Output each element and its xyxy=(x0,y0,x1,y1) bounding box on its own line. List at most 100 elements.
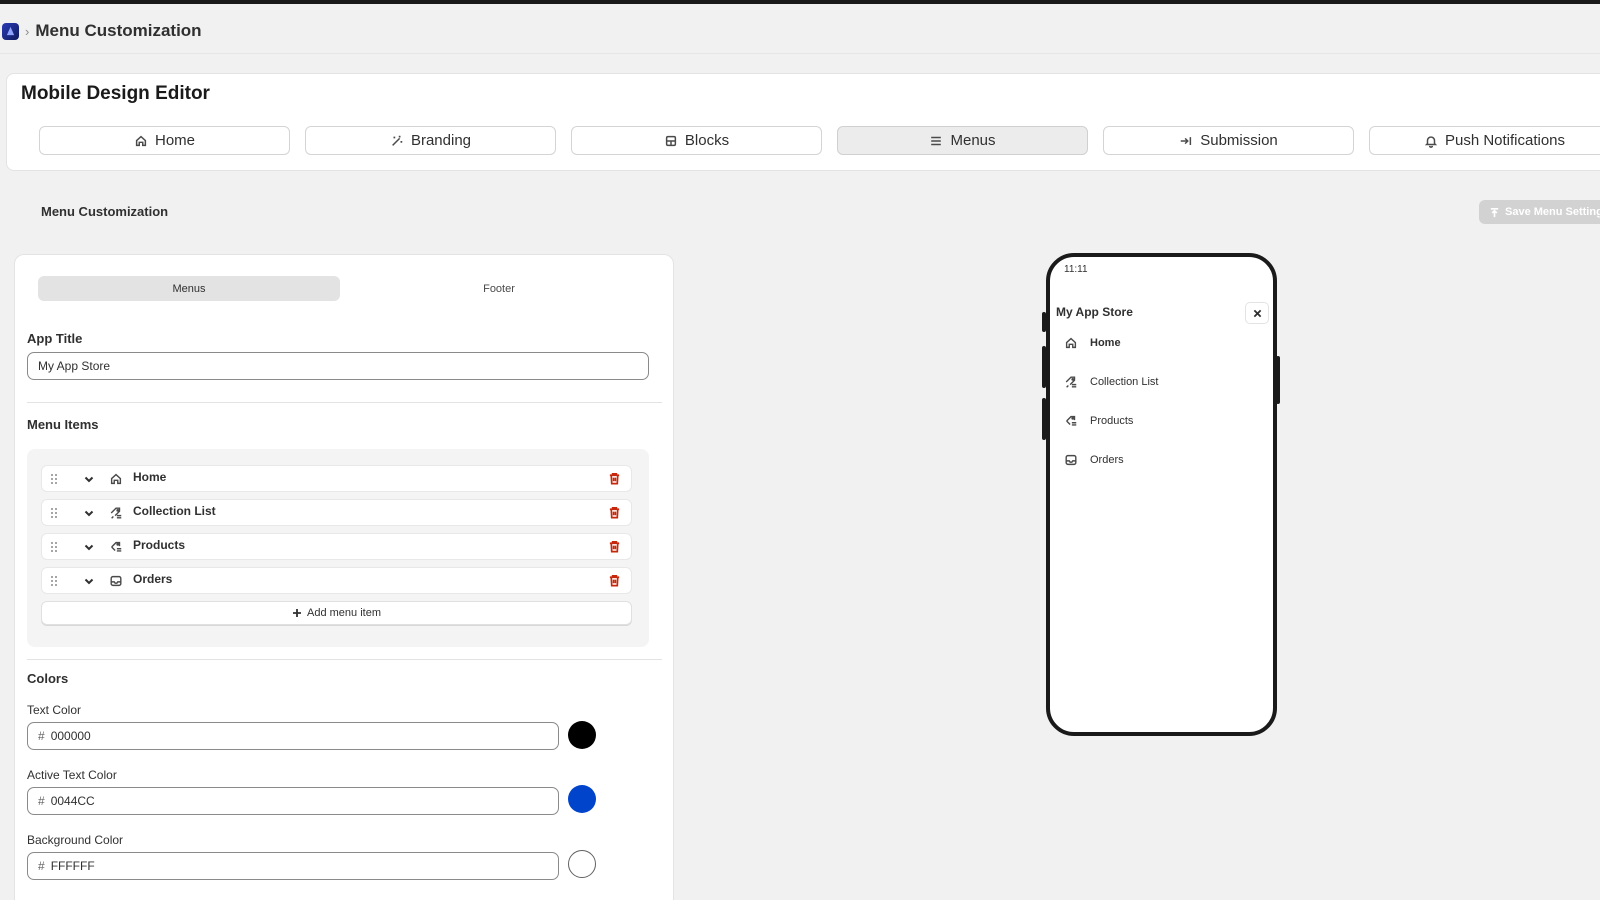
section-title: Menu Customization xyxy=(41,204,169,219)
submit-arrow-icon xyxy=(1180,136,1192,145)
menu-item-label: Orders xyxy=(133,572,173,586)
menu-settings-panel: Menus Footer App Title My App Store Menu… xyxy=(14,254,674,900)
menu-item-home[interactable]: Home xyxy=(41,465,632,492)
inbox-icon xyxy=(1065,454,1077,466)
active-text-color-swatch[interactable] xyxy=(568,785,596,813)
bell-icon xyxy=(1424,135,1438,148)
editor-card: Mobile Design Editor Home Branding Block… xyxy=(6,73,1600,171)
chevron-down-icon[interactable] xyxy=(83,575,95,587)
tab-blocks-label: Blocks xyxy=(684,132,730,149)
menu-items-label: Menu Items xyxy=(27,417,99,432)
phone-menu-item-collection-list[interactable]: Collection List xyxy=(1064,375,1158,389)
tab-branding[interactable]: Branding xyxy=(305,126,556,155)
phone-menu-item-label: Collection List xyxy=(1090,376,1159,388)
header-divider xyxy=(0,53,1600,54)
app-logo-icon[interactable] xyxy=(2,22,19,40)
phone-menu-item-label: Orders xyxy=(1090,454,1124,466)
phone-status-time: 11:11 xyxy=(1064,264,1088,275)
chevron-down-icon[interactable] xyxy=(83,473,95,485)
magic-wand-icon xyxy=(392,135,403,146)
menu-item-label: Collection List xyxy=(133,504,216,518)
active-text-color-input[interactable]: # 0044CC xyxy=(27,787,559,815)
blocks-icon xyxy=(665,135,677,146)
trash-icon[interactable] xyxy=(608,506,621,519)
editor-tabs: Home Branding Blocks Menus Submission Pu… xyxy=(39,126,1600,155)
active-text-color-value: 0044CC xyxy=(50,794,95,808)
phone-menu-item-orders[interactable]: Orders xyxy=(1064,453,1124,467)
text-color-label: Text Color xyxy=(27,703,82,717)
inbox-icon xyxy=(110,575,122,586)
save-menu-settings-button[interactable]: Save Menu Settings xyxy=(1479,200,1600,224)
add-menu-item-label: Add menu item xyxy=(307,607,381,619)
tab-push-notifications[interactable]: Push Notifications xyxy=(1369,126,1600,155)
hash-prefix: # xyxy=(38,729,45,743)
drag-handle-icon[interactable] xyxy=(50,575,58,587)
tab-submission[interactable]: Submission xyxy=(1103,126,1354,155)
chevron-down-icon[interactable] xyxy=(83,507,95,519)
phone-menu-title: My App Store xyxy=(1056,305,1133,319)
tab-home[interactable]: Home xyxy=(39,126,290,155)
tab-blocks[interactable]: Blocks xyxy=(571,126,822,155)
product-icon xyxy=(1066,415,1077,426)
drag-handle-icon[interactable] xyxy=(50,541,58,553)
collection-icon xyxy=(110,506,122,519)
drag-handle-icon[interactable] xyxy=(50,507,58,519)
tab-home-label: Home xyxy=(154,132,195,149)
menu-item-collection-list[interactable]: Collection List xyxy=(41,499,632,526)
chevron-down-icon[interactable] xyxy=(83,541,95,553)
hash-prefix: # xyxy=(38,859,45,873)
text-color-swatch[interactable] xyxy=(568,721,596,749)
editor-title: Mobile Design Editor xyxy=(21,83,210,104)
segment-control: Menus Footer xyxy=(38,276,650,301)
menu-items-list: Home Collection List Products Orders Add… xyxy=(27,449,649,647)
phone-menu-item-label: Products xyxy=(1090,415,1134,427)
segment-menus[interactable]: Menus xyxy=(38,276,340,301)
trash-icon[interactable] xyxy=(608,472,621,485)
colors-label: Colors xyxy=(27,671,69,686)
tab-branding-label: Branding xyxy=(410,132,472,149)
phone-menu-item-home[interactable]: Home xyxy=(1064,336,1121,350)
text-color-input[interactable]: # 000000 xyxy=(27,722,559,750)
tab-menus-label: Menus xyxy=(950,132,996,149)
menu-item-orders[interactable]: Orders xyxy=(41,567,632,594)
divider xyxy=(27,659,662,660)
breadcrumb: › Menu Customization xyxy=(2,20,202,42)
app-title-value: My App Store xyxy=(38,359,111,373)
collection-icon xyxy=(1065,376,1077,388)
drag-handle-icon[interactable] xyxy=(50,473,58,485)
save-icon xyxy=(1490,207,1499,217)
background-color-value: FFFFFF xyxy=(50,859,95,873)
tab-push-notifications-label: Push Notifications xyxy=(1444,132,1566,149)
phone-menu-item-label: Home xyxy=(1090,337,1121,349)
top-bar xyxy=(0,0,1600,4)
close-icon xyxy=(1253,309,1261,317)
active-text-color-label: Active Text Color xyxy=(27,768,117,782)
segment-footer[interactable]: Footer xyxy=(348,276,650,301)
phone-preview: 11:11 My App Store Home Collection List … xyxy=(1046,253,1277,736)
add-menu-item-button[interactable]: Add menu item xyxy=(41,601,632,625)
save-button-label: Save Menu Settings xyxy=(1505,206,1600,218)
product-icon xyxy=(111,541,122,552)
app-title-input[interactable]: My App Store xyxy=(27,352,649,380)
home-icon xyxy=(1065,337,1077,349)
menu-item-products[interactable]: Products xyxy=(41,533,632,560)
home-icon xyxy=(135,135,147,146)
trash-icon[interactable] xyxy=(608,574,621,587)
background-color-swatch[interactable] xyxy=(568,850,596,878)
background-color-label: Background Color xyxy=(27,833,124,847)
plus-icon xyxy=(293,609,301,617)
tab-menus[interactable]: Menus xyxy=(837,126,1088,155)
home-icon xyxy=(110,473,122,484)
trash-icon[interactable] xyxy=(608,540,621,553)
divider xyxy=(27,402,662,403)
menu-item-label: Products xyxy=(133,538,186,552)
page-title: Menu Customization xyxy=(35,21,202,40)
phone-close-button[interactable] xyxy=(1245,302,1269,324)
phone-menu-item-products[interactable]: Products xyxy=(1064,414,1133,428)
breadcrumb-separator: › xyxy=(25,23,30,39)
hash-prefix: # xyxy=(38,794,45,808)
menu-icon xyxy=(931,136,942,145)
app-title-label: App Title xyxy=(27,331,83,346)
tab-submission-label: Submission xyxy=(1200,132,1278,149)
background-color-input[interactable]: # FFFFFF xyxy=(27,852,559,880)
